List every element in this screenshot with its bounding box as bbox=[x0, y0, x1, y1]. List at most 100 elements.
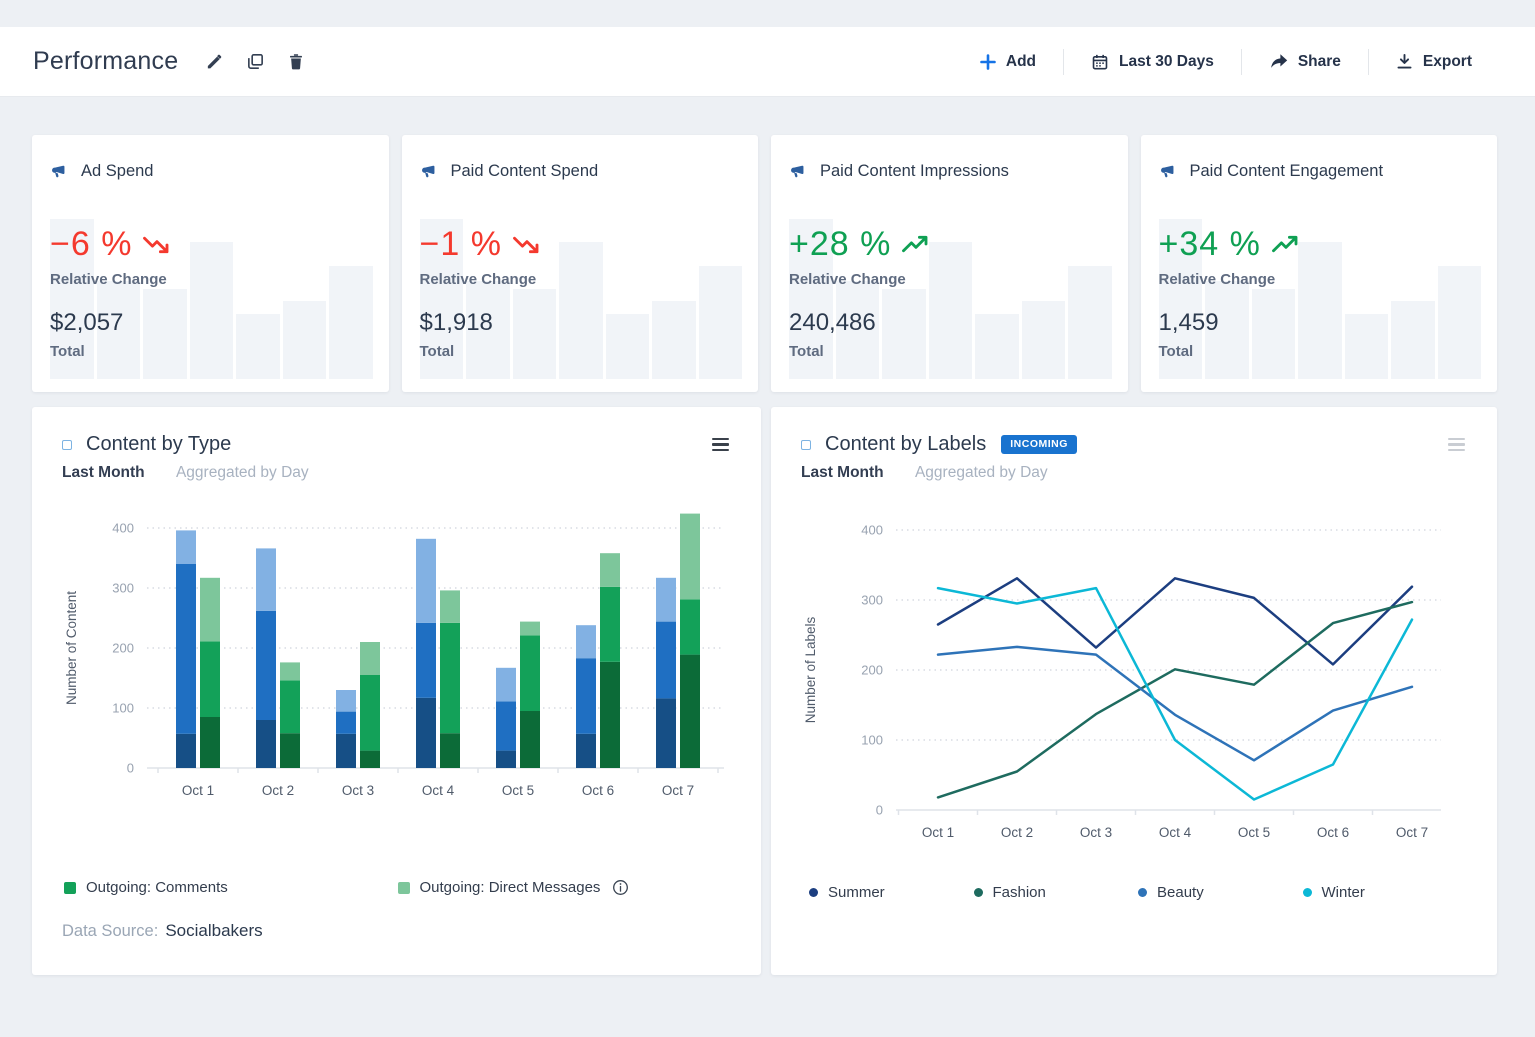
chart-title: Content by Type bbox=[86, 433, 232, 455]
legend-item[interactable]: Outgoing: Comments bbox=[64, 879, 398, 896]
date-range-button[interactable]: Last 30 Days bbox=[1064, 45, 1241, 79]
share-button[interactable]: Share bbox=[1242, 45, 1368, 79]
legend-swatch bbox=[397, 881, 410, 894]
kpi-title: Paid Content Engagement bbox=[1189, 162, 1384, 180]
kpi-value-label: Total bbox=[1158, 343, 1194, 360]
kpi-change-value: −1 % bbox=[419, 225, 502, 263]
chart-header: Content by Labels INCOMING bbox=[801, 433, 1467, 456]
megaphone-icon bbox=[50, 163, 67, 180]
export-label: Export bbox=[1422, 52, 1472, 70]
aggregation-label: Aggregated by Day bbox=[175, 464, 309, 481]
legend-item-winter[interactable]: Winter bbox=[1302, 884, 1468, 901]
svg-text:Oct 5: Oct 5 bbox=[502, 783, 534, 798]
calendar-icon bbox=[1091, 53, 1109, 71]
widget-checkbox[interactable] bbox=[801, 439, 811, 450]
data-source: Data Source: Socialbakers bbox=[62, 921, 731, 941]
svg-text:300: 300 bbox=[112, 581, 134, 596]
legend-label: Fashion bbox=[992, 884, 1046, 901]
export-button[interactable]: Export bbox=[1369, 45, 1499, 79]
duplicate-button[interactable] bbox=[235, 46, 276, 77]
kpi-change: −1 % bbox=[420, 225, 741, 264]
content-by-type-card: Content by Type Last Month Aggregated by… bbox=[32, 407, 761, 975]
pencil-icon bbox=[205, 52, 224, 71]
legend-label: Outgoing: Comments bbox=[86, 879, 228, 896]
page-title: Performance bbox=[33, 47, 179, 75]
dashboard-page: Performance Add Last 30 Days Share Expor… bbox=[0, 27, 1535, 975]
legend-label: Winter bbox=[1321, 884, 1365, 901]
header-actions: Add Last 30 Days Share Export bbox=[953, 45, 1499, 79]
data-source-label: Data Source: bbox=[62, 922, 159, 940]
chart-subtitle: Last Month Aggregated by Day bbox=[62, 464, 731, 482]
share-icon bbox=[1269, 53, 1288, 70]
legend-item-fashion[interactable]: Fashion bbox=[973, 884, 1139, 901]
delete-button[interactable] bbox=[276, 46, 316, 77]
copy-icon bbox=[246, 52, 265, 71]
kpi-change-label: Relative Change bbox=[419, 271, 537, 288]
aggregation-label: Aggregated by Day bbox=[914, 464, 1048, 481]
trend-up-icon bbox=[902, 234, 929, 255]
megaphone-icon bbox=[789, 163, 806, 180]
header-left: Performance bbox=[33, 46, 316, 77]
svg-text:Oct 3: Oct 3 bbox=[1080, 825, 1112, 840]
legend-item[interactable]: Outgoing: Direct Messages bbox=[397, 879, 732, 896]
svg-text:Oct 1: Oct 1 bbox=[182, 783, 214, 798]
svg-text:100: 100 bbox=[861, 733, 883, 748]
widget-menu-button[interactable] bbox=[1446, 434, 1467, 456]
info-icon[interactable] bbox=[612, 879, 629, 896]
kpi-title-row: Paid Content Impressions bbox=[789, 162, 1110, 181]
legend-item-beauty[interactable]: Beauty bbox=[1138, 884, 1303, 901]
chart-subtitle: Last Month Aggregated by Day bbox=[801, 464, 1467, 482]
svg-text:0: 0 bbox=[127, 761, 134, 776]
date-range-label: Last 30 Days bbox=[1119, 52, 1214, 70]
svg-text:Number of Labels: Number of Labels bbox=[803, 616, 818, 723]
kpi-title: Paid Content Impressions bbox=[820, 162, 1009, 180]
svg-text:Oct 2: Oct 2 bbox=[1001, 825, 1033, 840]
kpi-value-label: Total bbox=[789, 343, 824, 360]
add-button[interactable]: Add bbox=[953, 45, 1063, 79]
kpi-title: Ad Spend bbox=[81, 162, 154, 180]
chart-title: Content by Labels bbox=[825, 433, 987, 455]
legend-dot bbox=[809, 888, 818, 897]
svg-text:Oct 6: Oct 6 bbox=[1317, 825, 1349, 840]
kpi-content: Paid Content Impressions +28 % Relative Ch… bbox=[789, 162, 1110, 360]
svg-text:Oct 4: Oct 4 bbox=[1159, 825, 1192, 840]
kpi-card-ad-spend: Ad Spend −6 % Relative Change $2,057 Total bbox=[32, 135, 389, 392]
kpi-card-paid-content-impressions: Paid Content Impressions +28 % Relative Ch… bbox=[771, 135, 1128, 392]
widget-checkbox[interactable] bbox=[62, 439, 72, 450]
svg-text:Oct 7: Oct 7 bbox=[1396, 825, 1428, 840]
svg-text:Oct 2: Oct 2 bbox=[262, 783, 294, 798]
kpi-value: $1,918 bbox=[419, 309, 493, 336]
megaphone-icon bbox=[1159, 163, 1176, 180]
trend-up-icon bbox=[1271, 234, 1299, 255]
trend-down-icon bbox=[143, 234, 170, 255]
legend-swatch bbox=[64, 881, 76, 894]
svg-text:200: 200 bbox=[112, 641, 134, 656]
widget-menu-button[interactable] bbox=[710, 434, 731, 456]
svg-text:400: 400 bbox=[112, 521, 134, 536]
kpi-change: +34 % bbox=[1159, 225, 1480, 264]
kpi-change-value: −6 % bbox=[50, 225, 133, 263]
period-label: Last Month bbox=[62, 464, 145, 481]
kpi-title-row: Ad Spend bbox=[50, 162, 371, 181]
add-label: Add bbox=[1005, 52, 1037, 70]
kpi-card-paid-content-spend: Paid Content Spend −1 % Relative Change $1,… bbox=[401, 135, 758, 392]
edit-button[interactable] bbox=[194, 46, 235, 77]
content-by-labels-plot: 0 100 200 300 400 Oct 1 Oct 2 Oct 3 Oct 4 Oct 5 Oc… bbox=[803, 523, 1441, 840]
svg-text:Oct 3: Oct 3 bbox=[342, 783, 374, 798]
svg-text:100: 100 bbox=[112, 701, 134, 716]
legend-item-summer[interactable]: Summer bbox=[809, 884, 974, 901]
megaphone-icon bbox=[420, 163, 437, 180]
chart-header: Content by Type bbox=[62, 433, 731, 456]
line-chart: 0 100 200 300 400 Oct 1 Oct 2 Oct 3 Oct 4 Oct 5 Oc… bbox=[801, 496, 1467, 853]
svg-text:0: 0 bbox=[876, 803, 883, 818]
kpi-card-paid-content-engagement: Paid Content Engagement +34 % Relative Cha… bbox=[1140, 135, 1497, 392]
share-label: Share bbox=[1297, 52, 1341, 70]
bar-chart: 0 100 200 300 400 Oct 1 Oct 2 Oct 3 Oct 4 Oct 5 Oc… bbox=[62, 496, 731, 819]
svg-text:Number of Content: Number of Content bbox=[64, 591, 79, 705]
line-chart-legend: Summer Fashion Beauty Winter bbox=[801, 884, 1467, 901]
kpi-title-row: Paid Content Engagement bbox=[1159, 162, 1480, 181]
kpi-change-label: Relative Change bbox=[1158, 271, 1276, 288]
kpi-change-value: +34 % bbox=[1158, 225, 1261, 263]
incoming-badge: INCOMING bbox=[1001, 435, 1077, 454]
data-source-value: Socialbakers bbox=[165, 921, 263, 940]
